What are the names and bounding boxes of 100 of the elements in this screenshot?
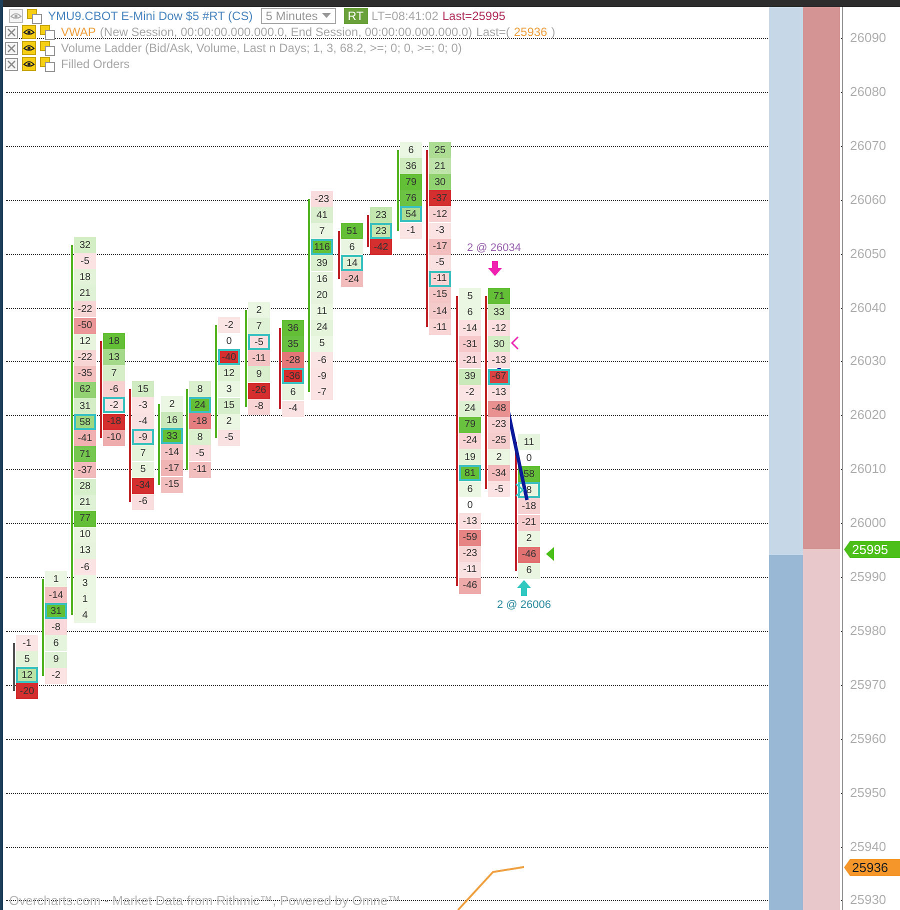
footprint-cell: -11 [248, 350, 270, 366]
footprint-cell: 36 [400, 158, 422, 174]
indicator-info: Volume Ladder (Bid/Ask, Volume, Last n Days; 1, 3, 68.2, >=; 0; 0, >=; 0; 0) [61, 40, 462, 56]
footprint-cell: 24 [311, 320, 333, 336]
footprint-cell: 4 [74, 607, 96, 624]
layers-icon [40, 24, 55, 40]
footprint-cell: 3 [74, 575, 96, 592]
footprint-cell: 16 [161, 412, 183, 428]
last-price: Last=25995 [442, 8, 506, 24]
footprint-cell: -18 [518, 498, 540, 514]
footprint-cell: -28 [282, 352, 304, 368]
footprint-cell: -59 [459, 530, 481, 546]
footprint-cell: -25 [488, 432, 510, 449]
footprint-cell: -23 [488, 416, 510, 433]
footprint-cell: 11 [311, 304, 333, 320]
footprint-cell: 15 [218, 398, 240, 414]
footprint-cell: -11 [429, 319, 451, 336]
buy-arrow-icon [517, 580, 531, 596]
footprint-cell: 18 [74, 269, 96, 286]
footprint-cell: -36 [282, 368, 304, 384]
price-label: 25960 [850, 732, 886, 746]
footprint-cell: 21 [74, 285, 96, 302]
footprint-cell: -3 [132, 397, 154, 414]
footprint-cell: -2 [103, 397, 125, 414]
close-icon[interactable] [5, 42, 18, 54]
footprint-cell: 14 [341, 255, 363, 272]
footprint-cell: -42 [370, 239, 392, 256]
footprint-cell: -24 [341, 271, 363, 288]
footprint-cell: -17 [161, 460, 183, 476]
footprint-cell: -5 [429, 254, 451, 271]
eye-icon[interactable] [22, 25, 36, 39]
footprint-cell: -5 [218, 430, 240, 446]
footprint-cell: -15 [161, 476, 183, 493]
footprint-cell: 31 [74, 398, 96, 414]
footprint-cell: -46 [459, 578, 481, 594]
footprint-cell: -11 [459, 562, 481, 578]
indicator-info: Filled Orders [61, 56, 130, 72]
footprint-cell: 116 [311, 239, 333, 256]
footprint-cell: 30 [429, 174, 451, 190]
footprint-cell: 18 [103, 333, 125, 350]
footprint-cell: 11 [518, 434, 540, 450]
layers-icon [40, 56, 55, 72]
footprint-cell: -6 [74, 559, 96, 576]
caret-icon [322, 13, 331, 19]
footprint-cell: 23 [370, 207, 392, 224]
footprint-cell: 5 [459, 288, 481, 304]
footprint-cell: 12 [74, 334, 96, 350]
footprint-cell: 71 [488, 288, 510, 304]
footprint-cell: 12 [16, 667, 38, 684]
footprint-cell: -18 [103, 414, 125, 430]
footprint-cell: -12 [488, 320, 510, 336]
footprint-cell: 2 [248, 302, 270, 318]
price-label: 26090 [850, 31, 886, 45]
eye-icon[interactable] [22, 57, 36, 71]
footprint-cell: 39 [311, 255, 333, 272]
price-label: 26060 [850, 192, 886, 207]
indicator-info: (New Session, 00:00:00.000.000.0, End Session, 00:00:00.000.000.0) [100, 24, 472, 40]
footprint-cell: 39 [459, 368, 481, 385]
footprint-cell: -5 [248, 334, 270, 350]
close-icon[interactable] [5, 58, 18, 70]
footprint-cell: -26 [248, 382, 270, 399]
footprint-cell: -23 [459, 546, 481, 562]
footprint-cell: 62 [74, 382, 96, 398]
footprint-cell: 8 [189, 429, 211, 446]
footprint-cell: 35 [282, 336, 304, 352]
vwap-line [457, 866, 524, 910]
footprint-cell: 21 [74, 494, 96, 511]
footprint-cell: -21 [459, 352, 481, 368]
footprint-cell: 54 [400, 206, 422, 222]
footprint-cell: 5 [16, 651, 38, 668]
price-label: 26070 [850, 138, 886, 153]
price-label: 25980 [850, 624, 886, 638]
footprint-cell: 25 [429, 142, 451, 158]
footprint-cell: -37 [74, 462, 96, 478]
indicator-name: VWAP [61, 24, 96, 40]
price-label: 25950 [850, 786, 886, 800]
footprint-cell: 58 [74, 414, 96, 430]
footprint-cell: -34 [132, 478, 154, 494]
interval-dropdown[interactable]: 5 Minutes [260, 8, 336, 24]
footprint-cell: -13 [459, 513, 481, 530]
eye-icon[interactable] [22, 41, 36, 55]
footprint-cell: 33 [488, 304, 510, 320]
price-label: 26000 [850, 516, 886, 530]
footprint-cell: 76 [400, 190, 422, 206]
footprint-cell: -24 [459, 432, 481, 449]
close-icon[interactable] [5, 26, 18, 38]
footprint-cell: 3 [218, 381, 240, 398]
footprint-cell: -6 [311, 352, 333, 368]
chevron-right-icon [516, 483, 524, 497]
footprint-cell: 28 [74, 478, 96, 495]
footprint-cell: 6 [459, 304, 481, 320]
footprint-cell: -1 [16, 635, 38, 652]
footprint-cell: -21 [518, 514, 540, 531]
footprint-cell: -2 [459, 384, 481, 401]
footprint-cell: -2 [218, 317, 240, 334]
layers-icon [27, 8, 42, 24]
footprint-cell: 31 [45, 603, 67, 620]
footprint-cell: -67 [488, 368, 510, 385]
footprint-cell: 6 [45, 635, 67, 652]
footprint-cell: 10 [74, 526, 96, 543]
